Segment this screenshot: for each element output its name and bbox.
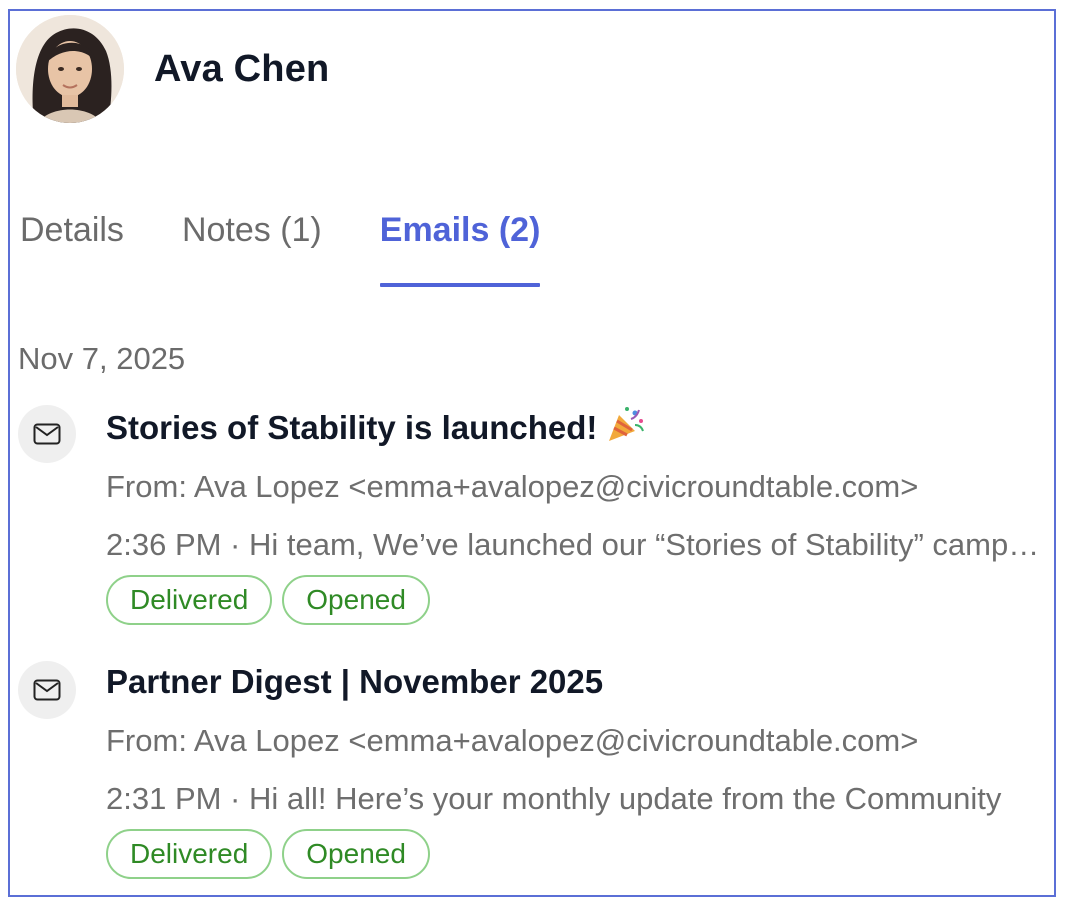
status-badge-opened: Opened: [282, 575, 430, 625]
status-badge-delivered: Delivered: [106, 575, 273, 625]
tab-details[interactable]: Details: [20, 207, 124, 281]
status-badges: Delivered Opened: [106, 575, 1054, 625]
email-from: From: Ava Lopez <emma+avalopez@civicroun…: [106, 723, 919, 758]
email-subject[interactable]: Stories of Stability is launched!: [106, 405, 1054, 449]
tab-bar: Details Notes (1) Emails (2): [20, 207, 598, 287]
contact-header: Ava Chen: [16, 14, 329, 124]
contact-name: Ava Chen: [154, 47, 330, 90]
email-subject[interactable]: Partner Digest | November 2025: [106, 661, 1054, 703]
email-preview: 2:31 PM · Hi all! Here’s your monthly up…: [106, 781, 1002, 816]
contact-panel: Ava Chen Details Notes (1) Emails (2) No…: [8, 9, 1056, 897]
envelope-icon: [18, 405, 76, 463]
date-header: Nov 7, 2025: [18, 341, 186, 376]
status-badge-delivered: Delivered: [106, 829, 273, 879]
email-subject-text: Stories of Stability is launched!: [106, 409, 598, 446]
tab-notes[interactable]: Notes (1): [182, 207, 322, 281]
tab-emails[interactable]: Emails (2): [379, 207, 540, 287]
status-badge-opened: Opened: [282, 829, 430, 879]
party-popper-icon: [609, 407, 645, 441]
email-preview: 2:36 PM · Hi team, We’ve launched our “S…: [106, 527, 1056, 562]
email-from: From: Ava Lopez <emma+avalopez@civicroun…: [106, 469, 919, 504]
status-badges: Delivered Opened: [106, 829, 1054, 879]
avatar[interactable]: [16, 15, 124, 123]
avatar-portrait-icon: [16, 15, 124, 123]
envelope-icon: [18, 661, 76, 719]
